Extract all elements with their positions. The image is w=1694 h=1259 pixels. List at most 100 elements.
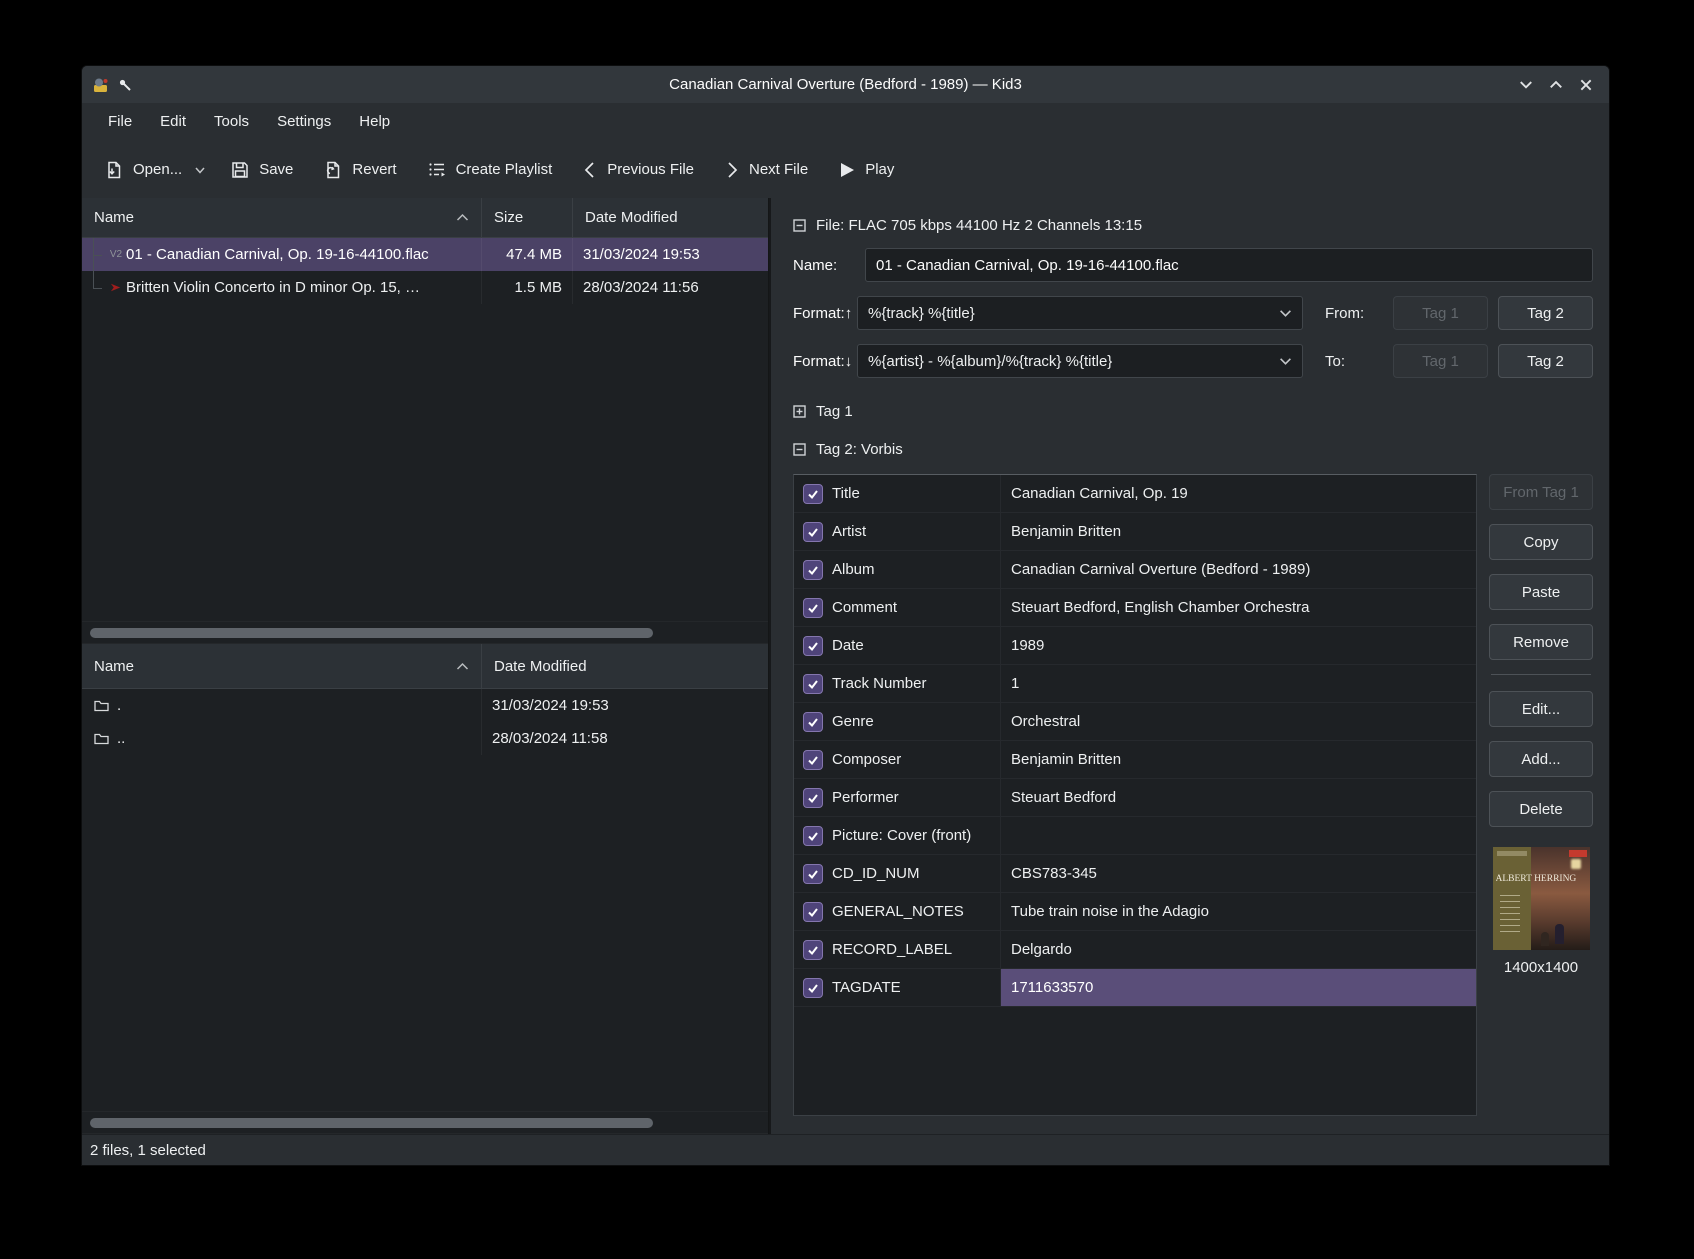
column-header-name[interactable]: Name [82, 198, 481, 237]
remove-button[interactable]: Remove [1489, 624, 1593, 660]
directory-row[interactable]: .. 28/03/2024 11:58 [82, 722, 768, 755]
to-tag1-format-button[interactable]: Tag 1 [1393, 344, 1488, 378]
scrollbar-handle[interactable] [90, 628, 653, 638]
checkbox-checked[interactable] [803, 978, 823, 998]
expand-toggle-icon[interactable] [793, 405, 806, 418]
checkbox-checked[interactable] [803, 788, 823, 808]
tag-value[interactable] [1000, 817, 1476, 854]
checkbox-checked[interactable] [803, 712, 823, 732]
open-button[interactable]: Open... [96, 150, 190, 190]
collapse-toggle-icon[interactable] [793, 443, 806, 456]
tag-actions-column: From Tag 1 Copy Paste Remove Edit... Add… [1489, 474, 1593, 1116]
tag-value[interactable]: Benjamin Britten [1000, 741, 1476, 778]
delete-button[interactable]: Delete [1489, 791, 1593, 827]
tag-row-artist[interactable]: Artist Benjamin Britten [794, 513, 1476, 551]
checkbox-checked[interactable] [803, 902, 823, 922]
tag-row-track-number[interactable]: Track Number 1 [794, 665, 1476, 703]
tag-value[interactable]: Canadian Carnival Overture (Bedford - 19… [1000, 551, 1476, 588]
titlebar[interactable]: Canadian Carnival Overture (Bedford - 19… [82, 66, 1609, 103]
tag-row-picture[interactable]: Picture: Cover (front) [794, 817, 1476, 855]
directory-row[interactable]: . 31/03/2024 19:53 [82, 689, 768, 722]
add-button[interactable]: Add... [1489, 741, 1593, 777]
directory-list-hscrollbar[interactable] [82, 1111, 768, 1134]
tag-row-comment[interactable]: Comment Steuart Bedford, English Chamber… [794, 589, 1476, 627]
menu-edit[interactable]: Edit [146, 103, 200, 141]
column-header-date-modified[interactable]: Date Modified [572, 198, 768, 237]
checkbox-checked[interactable] [803, 864, 823, 884]
checkbox-checked[interactable] [803, 826, 823, 846]
minimize-button[interactable] [1519, 78, 1533, 92]
tag-value[interactable]: CBS783-345 [1000, 855, 1476, 892]
revert-button[interactable]: Revert [315, 150, 404, 190]
tag-row-date[interactable]: Date 1989 [794, 627, 1476, 665]
checkbox-checked[interactable] [803, 598, 823, 618]
from-tag1-format-button[interactable]: Tag 1 [1393, 296, 1488, 330]
menu-help[interactable]: Help [345, 103, 404, 141]
checkbox-checked[interactable] [803, 484, 823, 504]
column-header-date-modified[interactable]: Date Modified [481, 644, 768, 688]
tag-row-composer[interactable]: Composer Benjamin Britten [794, 741, 1476, 779]
to-tag2-format-button[interactable]: Tag 2 [1498, 344, 1593, 378]
tag-name: Album [832, 551, 1000, 588]
format-down-row: Format:↓ %{artist} - %{album}/%{track} %… [793, 344, 1593, 378]
menu-tools[interactable]: Tools [200, 103, 263, 141]
tag-row-performer[interactable]: Performer Steuart Bedford [794, 779, 1476, 817]
create-playlist-button[interactable]: Create Playlist [419, 150, 561, 190]
tag-row-cd-id-num[interactable]: CD_ID_NUM CBS783-345 [794, 855, 1476, 893]
tag-row-tagdate[interactable]: TAGDATE 1711633570 [794, 969, 1476, 1007]
checkbox-checked[interactable] [803, 750, 823, 770]
filename-input[interactable] [865, 248, 1593, 282]
tag-value[interactable]: Tube train noise in the Adagio [1000, 893, 1476, 930]
tag-row-title[interactable]: Title Canadian Carnival, Op. 19 [794, 475, 1476, 513]
file-row[interactable]: V2 01 - Canadian Carnival, Op. 19-16-441… [82, 238, 768, 271]
file-row[interactable]: Britten Violin Concerto in D minor Op. 1… [82, 271, 768, 304]
checkbox-checked[interactable] [803, 522, 823, 542]
album-cover-thumbnail[interactable]: ALBERT HERRING [1493, 847, 1590, 950]
play-button[interactable]: Play [830, 150, 902, 190]
tag-row-genre[interactable]: Genre Orchestral [794, 703, 1476, 741]
from-tag2-format-button[interactable]: Tag 2 [1498, 296, 1593, 330]
tag-value-selected[interactable]: 1711633570 [1000, 969, 1476, 1006]
tag-row-album[interactable]: Album Canadian Carnival Overture (Bedfor… [794, 551, 1476, 589]
tag-value[interactable]: 1 [1000, 665, 1476, 702]
tag-value[interactable]: 1989 [1000, 627, 1476, 664]
next-file-button[interactable]: Next File [716, 150, 816, 190]
maximize-button[interactable] [1549, 78, 1563, 92]
pin-icon[interactable] [118, 78, 132, 92]
checkbox-checked[interactable] [803, 560, 823, 580]
directory-date-modified: 28/03/2024 11:58 [481, 722, 768, 755]
edit-button[interactable]: Edit... [1489, 691, 1593, 727]
format-down-combo[interactable]: %{artist} - %{album}/%{track} %{title} [857, 344, 1303, 378]
tag-value[interactable]: Orchestral [1000, 703, 1476, 740]
directory-list-empty-area [82, 755, 768, 1111]
format-up-combo[interactable]: %{track} %{title} [857, 296, 1303, 330]
paste-button[interactable]: Paste [1489, 574, 1593, 610]
file-list-hscrollbar[interactable] [82, 621, 768, 644]
tag-value[interactable]: Steuart Bedford, English Chamber Orchest… [1000, 589, 1476, 626]
close-button[interactable] [1579, 78, 1593, 92]
menu-settings[interactable]: Settings [263, 103, 345, 141]
copy-button[interactable]: Copy [1489, 524, 1593, 560]
save-button[interactable]: Save [222, 150, 301, 190]
tag-row-general-notes[interactable]: GENERAL_NOTES Tube train noise in the Ad… [794, 893, 1476, 931]
tag-value[interactable]: Canadian Carnival, Op. 19 [1000, 475, 1476, 512]
column-header-name[interactable]: Name [82, 644, 481, 688]
menubar: File Edit Tools Settings Help [82, 103, 1609, 141]
previous-file-button[interactable]: Previous File [574, 150, 702, 190]
checkbox-checked[interactable] [803, 940, 823, 960]
open-dropdown-caret[interactable] [192, 160, 208, 180]
from-tag1-button[interactable]: From Tag 1 [1489, 474, 1593, 510]
checkbox-checked[interactable] [803, 636, 823, 656]
tag-value[interactable]: Benjamin Britten [1000, 513, 1476, 550]
tag-value[interactable]: Steuart Bedford [1000, 779, 1476, 816]
scrollbar-handle[interactable] [90, 1118, 653, 1128]
checkbox-checked[interactable] [803, 674, 823, 694]
menu-file[interactable]: File [94, 103, 146, 141]
column-header-size[interactable]: Size [481, 198, 572, 237]
tag-row-record-label[interactable]: RECORD_LABEL Delgardo [794, 931, 1476, 969]
tag-v2-badge: V2 [106, 249, 126, 260]
name-column-label: Name [94, 658, 134, 675]
tag-value[interactable]: Delgardo [1000, 931, 1476, 968]
tag-name: TAGDATE [832, 969, 1000, 1006]
collapse-toggle-icon[interactable] [793, 219, 806, 232]
